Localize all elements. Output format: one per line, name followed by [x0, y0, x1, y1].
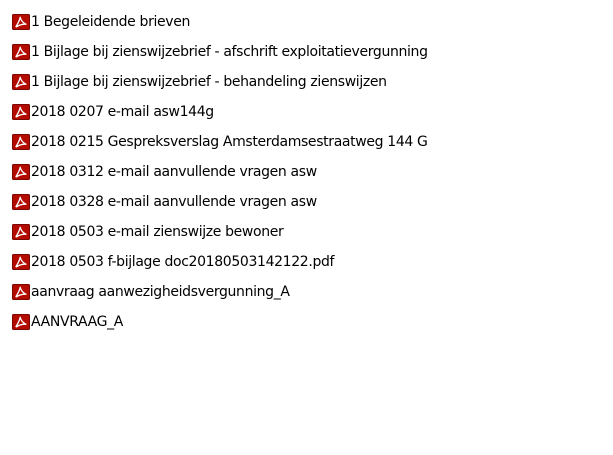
- list-item[interactable]: 1 Bijlage bij zienswijzebrief - afschrif…: [12, 37, 428, 67]
- file-name: 2018 0328 e-mail aanvullende vragen asw: [31, 194, 317, 210]
- pdf-file-icon: [12, 194, 30, 210]
- list-item[interactable]: AANVRAAG_A: [12, 307, 428, 337]
- pdf-file-icon: [12, 44, 30, 60]
- list-item[interactable]: 1 Begeleidende brieven: [12, 7, 428, 37]
- list-item[interactable]: 2018 0312 e-mail aanvullende vragen asw: [12, 157, 428, 187]
- pdf-file-icon: [12, 284, 30, 300]
- list-item[interactable]: 2018 0328 e-mail aanvullende vragen asw: [12, 187, 428, 217]
- file-list: 1 Begeleidende brieven 1 Bijlage bij zie…: [12, 7, 428, 337]
- list-item[interactable]: 1 Bijlage bij zienswijzebrief - behandel…: [12, 67, 428, 97]
- pdf-file-icon: [12, 164, 30, 180]
- file-name: 2018 0312 e-mail aanvullende vragen asw: [31, 164, 317, 180]
- list-item[interactable]: 2018 0207 e-mail asw144g: [12, 97, 428, 127]
- pdf-file-icon: [12, 134, 30, 150]
- file-name: 1 Bijlage bij zienswijzebrief - afschrif…: [31, 44, 428, 60]
- file-name: 2018 0503 f-bijlage doc20180503142122.pd…: [31, 254, 335, 270]
- pdf-file-icon: [12, 74, 30, 90]
- file-name: 1 Begeleidende brieven: [31, 14, 191, 30]
- file-name: 2018 0215 Gespreksverslag Amsterdamsestr…: [31, 134, 428, 150]
- file-name: AANVRAAG_A: [31, 314, 123, 330]
- pdf-file-icon: [12, 254, 30, 270]
- list-item[interactable]: 2018 0215 Gespreksverslag Amsterdamsestr…: [12, 127, 428, 157]
- file-name: aanvraag aanwezigheidsvergunning_A: [31, 284, 290, 300]
- pdf-file-icon: [12, 14, 30, 30]
- file-name: 2018 0207 e-mail asw144g: [31, 104, 214, 120]
- list-item[interactable]: aanvraag aanwezigheidsvergunning_A: [12, 277, 428, 307]
- pdf-file-icon: [12, 314, 30, 330]
- pdf-file-icon: [12, 224, 30, 240]
- list-item[interactable]: 2018 0503 e-mail zienswijze bewoner: [12, 217, 428, 247]
- pdf-file-icon: [12, 104, 30, 120]
- list-item[interactable]: 2018 0503 f-bijlage doc20180503142122.pd…: [12, 247, 428, 277]
- file-name: 1 Bijlage bij zienswijzebrief - behandel…: [31, 74, 387, 90]
- file-name: 2018 0503 e-mail zienswijze bewoner: [31, 224, 284, 240]
